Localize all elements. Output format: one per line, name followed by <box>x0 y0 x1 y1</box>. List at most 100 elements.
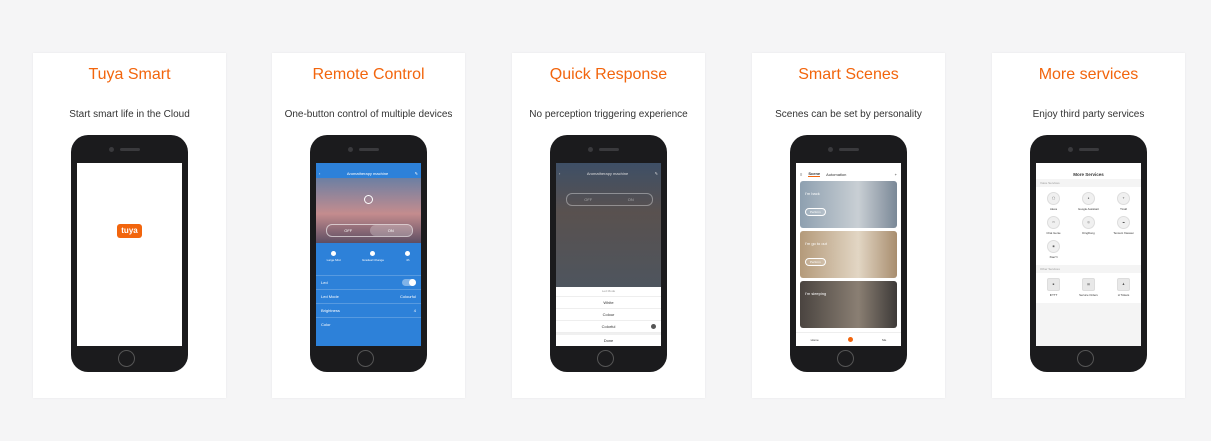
mode-item[interactable]: Large Mist <box>327 251 341 275</box>
power-switch[interactable]: OFF ON <box>566 193 653 206</box>
perform-button[interactable]: Perform <box>805 208 826 216</box>
speaker-icon <box>1079 148 1099 151</box>
device-name: Aromatherapy machine <box>586 171 629 176</box>
home-button-icon <box>1077 350 1094 367</box>
card-title: Smart Scenes <box>798 66 899 83</box>
back-icon[interactable]: ‹ <box>319 171 320 176</box>
camera-icon <box>348 147 353 152</box>
home-button-icon <box>837 350 854 367</box>
tab-automation[interactable]: Automation <box>826 172 846 177</box>
feature-card-quick-response: Quick Response No perception triggering … <box>512 53 705 398</box>
screen-title: More Services <box>1073 171 1104 177</box>
feature-card-more-services: More services Enjoy third party services… <box>992 53 1185 398</box>
service-item[interactable]: ☁ Tencent Xiaowei <box>1106 214 1141 238</box>
bottom-nav: Home Me <box>796 332 901 346</box>
off-option[interactable]: OFF <box>567 194 610 205</box>
copyright-text <box>77 332 182 336</box>
setting-row-led-mode[interactable]: Led Mode Colourful <box>316 289 421 303</box>
setting-row-color[interactable]: Color <box>316 317 421 331</box>
camera-icon <box>828 147 833 152</box>
scene-card[interactable]: I'm go to out Perform <box>800 231 897 278</box>
service-item[interactable]: T Tmall <box>1106 190 1141 214</box>
service-item[interactable]: ▭ Chat Genie <box>1036 214 1071 238</box>
power-icon[interactable] <box>364 195 373 204</box>
voice-services-grid: ◯ Alexa ● Google Assistant T Tmall ▭ Chat Ge… <box>1036 187 1141 265</box>
on-option[interactable]: ON <box>610 194 653 205</box>
card-subtitle: No perception triggering experience <box>529 109 688 120</box>
power-switch[interactable]: OFF ON <box>326 224 413 237</box>
option-colorful[interactable]: Colorful <box>556 321 661 333</box>
nav-me[interactable]: Me <box>882 338 886 342</box>
back-icon[interactable]: ‹ <box>559 171 560 176</box>
mode-item[interactable]: 4h <box>405 251 411 275</box>
phone-mockup: More Services Voice Services ◯ Alexa ● Goo… <box>1030 135 1147 372</box>
tencent-icon: ☁ <box>1117 216 1130 229</box>
card-subtitle: Scenes can be set by personality <box>775 109 922 120</box>
mode-item[interactable]: Gradual Change <box>362 251 384 275</box>
dimmed-device-view: ‹ Aromatherapy machine ✎ OFF ON <box>556 163 661 287</box>
phone-mockup: tuya <box>71 135 188 372</box>
service-item[interactable]: ♟ H Tickets <box>1106 276 1141 300</box>
device-name: Aromatherapy machine <box>346 171 389 176</box>
on-option[interactable]: ON <box>369 225 412 236</box>
service-orders-icon: ▤ <box>1082 278 1095 291</box>
edit-icon[interactable]: ✎ <box>415 171 418 176</box>
check-icon <box>651 324 656 329</box>
scene-card[interactable]: I'm sleeping <box>800 281 897 328</box>
phone-mockup: ‹ Aromatherapy machine ✎ OFF ON Large Mi… <box>310 135 427 372</box>
scene-name: I'm sleeping <box>805 291 827 296</box>
speaker-icon <box>359 148 379 151</box>
feature-card-smart-scenes: Smart Scenes Scenes can be set by person… <box>752 53 945 398</box>
phone-mockup: ‹ Aromatherapy machine ✎ OFF ON Led Mode… <box>550 135 667 372</box>
led-toggle[interactable] <box>402 279 416 286</box>
camera-icon <box>109 147 114 152</box>
option-colour[interactable]: Colour <box>556 309 661 321</box>
setting-row-brightness[interactable]: Brightness 4 <box>316 303 421 317</box>
nav-smart-icon[interactable] <box>847 337 853 342</box>
sheet-title: Led Mode <box>556 287 661 297</box>
done-button[interactable]: Done <box>556 333 661 346</box>
device-hero-image: OFF ON <box>316 178 421 243</box>
section-title: Voice Services <box>1040 181 1060 185</box>
scenes-screen: ≡ Scene Automation + I'm back Perform I'… <box>796 163 901 346</box>
perform-button[interactable]: Perform <box>805 258 826 266</box>
setting-row-led[interactable]: Led <box>316 275 421 289</box>
service-item[interactable]: ▤ Service Orders <box>1071 276 1106 300</box>
camera-icon <box>588 147 593 152</box>
speaker-icon <box>839 148 859 151</box>
service-item[interactable]: ◉ XiaoYi <box>1036 238 1071 262</box>
ifttt-icon: ■ <box>1047 278 1060 291</box>
service-item[interactable]: ◎ DingDong <box>1071 214 1106 238</box>
card-subtitle: Enjoy third party services <box>1032 109 1145 120</box>
menu-icon[interactable]: ≡ <box>800 172 802 177</box>
card-title: Quick Response <box>549 66 668 83</box>
card-title: More services <box>1038 66 1139 83</box>
chat-genie-icon: ▭ <box>1047 216 1060 229</box>
tab-scene[interactable]: Scene <box>808 171 821 177</box>
add-icon[interactable]: + <box>895 172 897 177</box>
device-control-screen: ‹ Aromatherapy machine ✎ OFF ON Large Mi… <box>316 163 421 346</box>
dingdong-icon: ◎ <box>1082 216 1095 229</box>
service-item[interactable]: ◯ Alexa <box>1036 190 1071 214</box>
mode-picker-screen: ‹ Aromatherapy machine ✎ OFF ON Led Mode… <box>556 163 661 346</box>
camera-icon <box>1068 147 1073 152</box>
card-subtitle: One-button control of multiple devices <box>284 109 453 120</box>
service-item[interactable]: ■ IFTTT <box>1036 276 1071 300</box>
scene-card[interactable]: I'm back Perform <box>800 181 897 228</box>
speaker-icon <box>120 148 140 151</box>
google-assistant-icon: ● <box>1082 192 1095 205</box>
service-item[interactable]: ● Google Assistant <box>1071 190 1106 214</box>
home-button-icon <box>118 350 135 367</box>
scene-tabs: ≡ Scene Automation + <box>796 169 901 179</box>
card-title: Remote Control <box>312 66 425 83</box>
services-screen: More Services Voice Services ◯ Alexa ● Goo… <box>1036 163 1141 346</box>
nav-home[interactable]: Home <box>811 338 819 342</box>
home-button-icon <box>597 350 614 367</box>
off-option[interactable]: OFF <box>327 225 370 236</box>
option-white[interactable]: White <box>556 297 661 309</box>
tmall-icon: T <box>1117 192 1130 205</box>
alexa-icon: ◯ <box>1047 192 1060 205</box>
scene-name: I'm go to out <box>805 241 827 246</box>
feature-card-remote-control: Remote Control One-button control of mul… <box>272 53 465 398</box>
edit-icon[interactable]: ✎ <box>655 171 658 176</box>
